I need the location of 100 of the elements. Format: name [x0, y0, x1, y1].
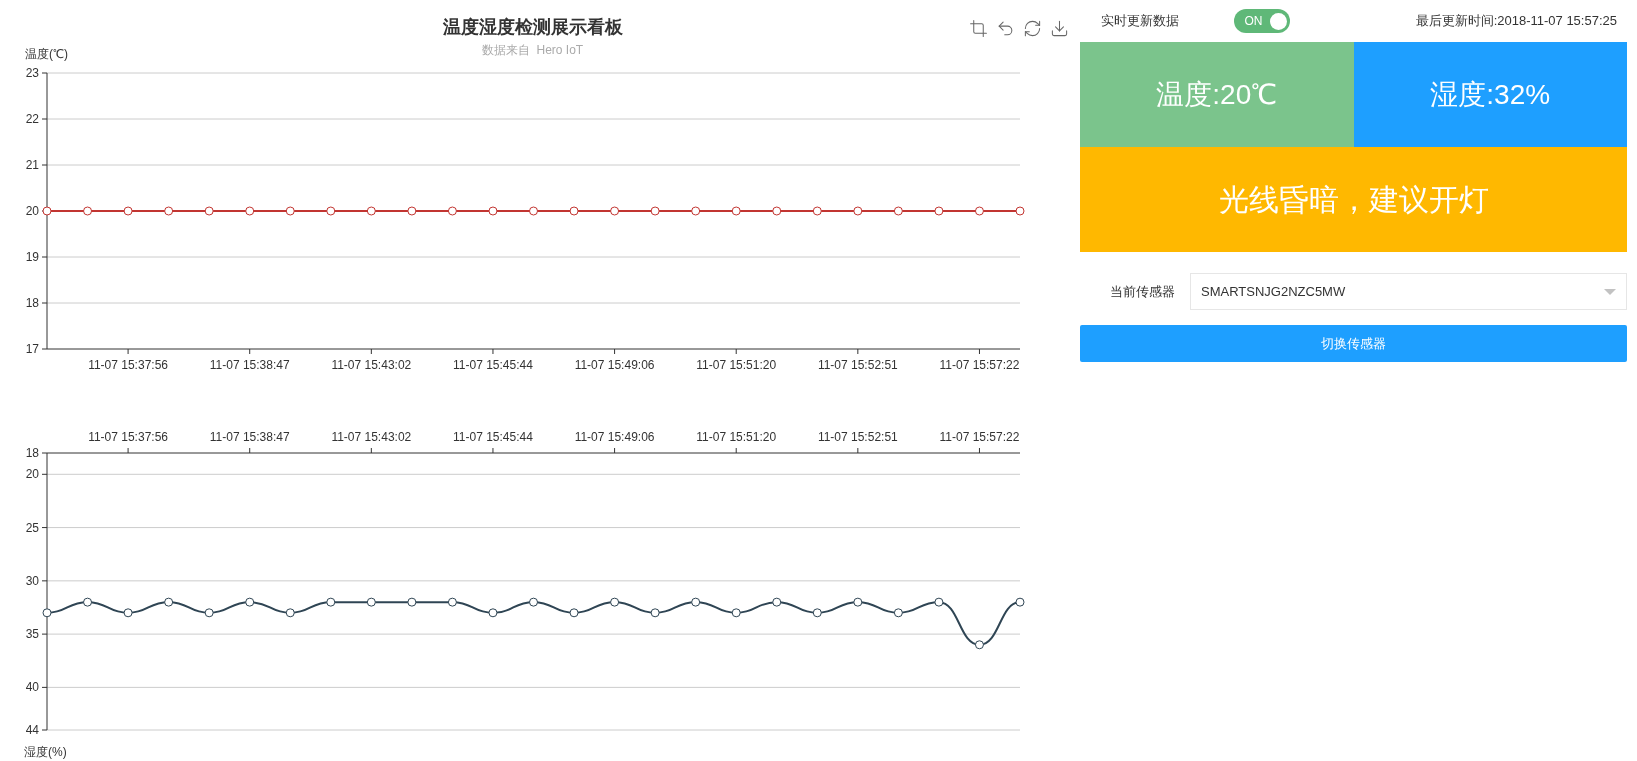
data-point [974, 206, 984, 216]
data-point [893, 608, 903, 618]
caret-icon [1604, 288, 1616, 295]
sensor-label: 当前传感器 [1109, 282, 1176, 301]
y-tick-label: 19 [25, 250, 39, 264]
data-point [731, 608, 741, 618]
switch-sensor-button[interactable]: 切换传感器 [1080, 325, 1627, 362]
zoom-icon[interactable] [969, 19, 988, 38]
data-point [934, 597, 944, 607]
data-point [123, 608, 133, 618]
data-point [691, 597, 701, 607]
y-tick-label: 35 [25, 627, 39, 642]
y-tick-label: 22 [25, 112, 39, 126]
data-point [447, 206, 457, 216]
data-point [812, 206, 822, 216]
y-tick-label: 20 [25, 204, 39, 218]
data-point [245, 206, 255, 216]
data-point [772, 206, 782, 216]
data-point [853, 206, 863, 216]
data-point [650, 206, 660, 216]
notice-banner: 光线昏暗，建议开灯 [1080, 147, 1627, 252]
data-point [650, 608, 660, 618]
data-point [934, 206, 944, 216]
x-tick-label: 11-07 15:37:56 [88, 358, 168, 372]
data-point [123, 206, 133, 216]
data-point [853, 597, 863, 607]
y-tick-label: 21 [25, 158, 39, 172]
data-point [569, 206, 579, 216]
reading-tile: 温度:20℃ [1080, 42, 1354, 147]
x-tick-label: 11-07 15:45:44 [453, 430, 533, 444]
refresh-icon[interactable] [1023, 19, 1042, 38]
x-tick-label: 11-07 15:51:20 [696, 358, 777, 372]
data-point [164, 206, 174, 216]
download-icon[interactable] [1050, 19, 1069, 38]
y-axis-name: 湿度(%) [24, 745, 67, 759]
data-point [893, 206, 903, 216]
x-tick-label: 11-07 15:49:06 [574, 358, 655, 372]
data-point [164, 597, 174, 607]
y-tick-label: 20 [25, 467, 39, 482]
data-point [610, 597, 620, 607]
y-tick-label: 17 [25, 342, 39, 356]
data-point [407, 206, 417, 216]
y-tick-label: 18 [25, 446, 39, 460]
data-point [1015, 206, 1025, 216]
data-point [407, 597, 417, 607]
toggle-switch[interactable]: ON [1234, 9, 1290, 33]
y-tick-label: 44 [25, 723, 39, 737]
data-point [204, 608, 214, 618]
switch-knob [1270, 12, 1287, 30]
dashboard-title: 温度湿度检测展示看板 [442, 16, 623, 38]
x-tick-label: 11-07 15:43:02 [331, 430, 412, 444]
data-point [974, 640, 984, 650]
y-tick-label: 25 [25, 520, 39, 535]
data-point [772, 597, 782, 607]
data-point [1015, 597, 1025, 607]
data-point [488, 206, 498, 216]
data-point [42, 608, 52, 618]
x-tick-label: 11-07 15:43:02 [331, 358, 412, 372]
y-tick-label: 40 [25, 680, 39, 695]
data-point [610, 206, 620, 216]
data-point [812, 608, 822, 618]
y-tick-label: 18 [25, 296, 39, 310]
data-point [326, 597, 336, 607]
x-tick-label: 11-07 15:49:06 [574, 430, 655, 444]
x-tick-label: 11-07 15:57:22 [939, 358, 1020, 372]
data-point [285, 608, 295, 618]
switch-text: ON [1243, 13, 1264, 30]
data-point [447, 597, 457, 607]
x-tick-label: 11-07 15:45:44 [453, 358, 533, 372]
data-point [83, 597, 93, 607]
sensor-select[interactable]: SMARTSNJG2NZC5MW [1190, 273, 1627, 310]
x-tick-label: 11-07 15:51:20 [696, 430, 777, 444]
data-point [529, 597, 538, 607]
data-point [204, 206, 214, 216]
data-point [529, 206, 538, 216]
data-point [366, 597, 376, 607]
x-tick-label: 11-07 15:57:22 [939, 430, 1020, 444]
data-point [245, 597, 255, 607]
x-tick-label: 11-07 15:52:51 [817, 430, 898, 444]
x-tick-label: 11-07 15:38:47 [209, 358, 290, 372]
y-axis-name: 温度(℃) [25, 46, 68, 63]
data-point [691, 206, 701, 216]
data-point [285, 206, 295, 216]
data-point [42, 206, 52, 216]
x-tick-label: 11-07 15:52:51 [817, 358, 898, 372]
data-point [731, 206, 741, 216]
data-point [326, 206, 336, 216]
undo-icon[interactable] [996, 19, 1015, 38]
data-point [488, 608, 498, 618]
data-point [83, 206, 93, 216]
x-tick-label: 11-07 15:37:56 [88, 430, 168, 444]
last-update-time: 最后更新时间:2018-11-07 15:57:25 [1415, 12, 1617, 31]
reading-tile: 湿度:32% [1353, 42, 1627, 147]
chart-subtitle: 数据来自 Hero IoT [481, 42, 584, 58]
y-tick-label: 30 [25, 573, 39, 588]
realtime-label: 实时更新数据 [1101, 12, 1179, 31]
data-point [366, 206, 376, 216]
data-point [569, 608, 579, 618]
x-tick-label: 11-07 15:38:47 [209, 430, 290, 444]
y-tick-label: 23 [25, 66, 39, 80]
